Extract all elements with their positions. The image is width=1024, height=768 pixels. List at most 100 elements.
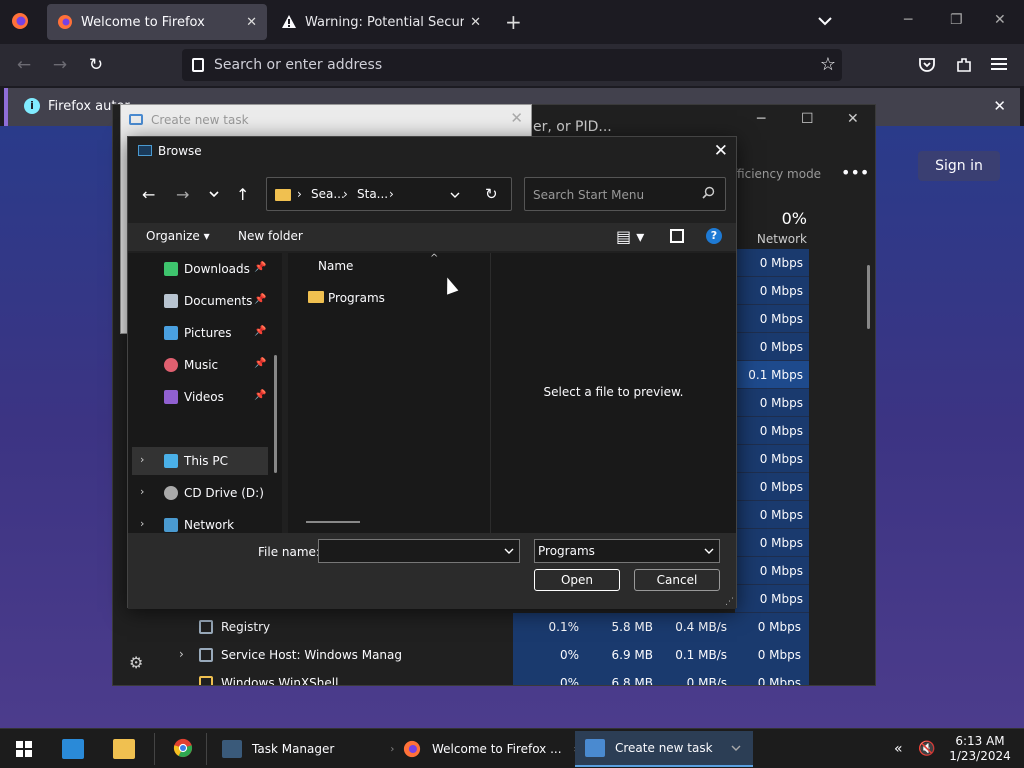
tm-search-box[interactable]: er, or PID...: [533, 119, 612, 135]
file-type-select[interactable]: Programs: [534, 539, 720, 563]
breadcrumb-separator-icon[interactable]: ›: [389, 187, 394, 201]
pocket-icon[interactable]: [918, 56, 936, 74]
sign-in-button[interactable]: Sign in: [918, 151, 1000, 181]
search-box[interactable]: [524, 177, 726, 211]
organize-button[interactable]: Organize ▾: [146, 229, 210, 243]
expand-chevron-icon[interactable]: ›: [140, 517, 144, 530]
reload-icon[interactable]: ↻: [86, 55, 106, 75]
refresh-icon[interactable]: ↻: [485, 185, 498, 203]
windows-start-icon[interactable]: [16, 741, 32, 757]
new-folder-button[interactable]: New folder: [238, 229, 303, 243]
network-cell: 0 Mbps: [735, 641, 809, 669]
new-tab-button[interactable]: +: [505, 10, 522, 34]
recent-locations-chevron-icon[interactable]: [208, 189, 220, 199]
close-icon[interactable]: ✕: [714, 141, 728, 161]
more-options-icon[interactable]: •••: [841, 163, 869, 182]
expand-chevron-icon[interactable]: ›: [140, 453, 144, 466]
close-window-icon[interactable]: ✕: [994, 12, 1006, 28]
taskbar-task-task-manager[interactable]: Task Manager ›: [222, 731, 394, 767]
taskbar-separator: [206, 733, 207, 765]
nav-item-cd-drive[interactable]: › CD Drive (D:): [132, 479, 268, 507]
chevron-down-icon[interactable]: [703, 546, 715, 556]
process-row[interactable]: Windows WinXShell 0% 6.8 MB 0 MB/s 0 Mbp…: [173, 669, 873, 685]
network-column-header[interactable]: 0% Network: [735, 209, 807, 246]
network-cell: 0 Mbps: [735, 305, 809, 333]
volume-muted-icon[interactable]: 🔇: [918, 741, 935, 757]
tm-maximize-icon[interactable]: ☐: [801, 111, 814, 127]
hamburger-menu-icon[interactable]: [991, 57, 1007, 71]
search-icon: [702, 186, 715, 199]
address-dropdown-icon[interactable]: [449, 190, 461, 200]
nav-scrollbar[interactable]: [274, 355, 277, 473]
close-notification-icon[interactable]: ✕: [993, 97, 1006, 115]
close-icon[interactable]: ✕: [510, 109, 523, 127]
show-hidden-icons-icon[interactable]: «: [894, 741, 903, 757]
bookmark-star-icon[interactable]: ☆: [820, 54, 836, 75]
tm-minimize-icon[interactable]: ─: [757, 111, 765, 127]
tm-close-icon[interactable]: ✕: [847, 111, 859, 127]
efficiency-mode-button[interactable]: fficiency mode: [733, 167, 821, 181]
file-name-input[interactable]: [323, 543, 499, 559]
breadcrumb-item[interactable]: Sea...: [311, 187, 345, 201]
clock-time: 6:13 AM: [955, 734, 1005, 748]
file-name-combobox[interactable]: [318, 539, 520, 563]
file-item-programs[interactable]: Programs: [306, 289, 486, 309]
preview-pane-icon[interactable]: [670, 229, 684, 243]
memory-cell: 5.8 MB: [587, 613, 661, 641]
forward-arrow-icon[interactable]: →: [176, 185, 189, 204]
taskbar-task-firefox[interactable]: Welcome to Firefox ... ›: [402, 731, 578, 767]
tm-scrollbar[interactable]: [867, 265, 870, 329]
forward-icon[interactable]: →: [50, 55, 70, 75]
up-arrow-icon[interactable]: ↑: [236, 185, 249, 204]
firefox-menu-icon[interactable]: [10, 11, 30, 31]
breadcrumb-separator-icon[interactable]: ›: [297, 187, 302, 201]
search-input[interactable]: [533, 186, 693, 204]
extensions-icon[interactable]: [955, 56, 973, 74]
network-cell: 0 Mbps: [735, 417, 809, 445]
maximize-icon[interactable]: ❐: [950, 12, 963, 28]
nav-item-pictures[interactable]: Pictures 📌: [132, 319, 268, 347]
network-cell: 0 Mbps: [735, 613, 809, 641]
process-row[interactable]: › Service Host: Windows Manag... 0% 6.9 …: [173, 641, 873, 669]
minimize-icon[interactable]: ─: [904, 12, 912, 28]
chevron-down-icon[interactable]: [503, 546, 515, 556]
file-explorer-icon[interactable]: [113, 739, 135, 759]
chevron-down-icon[interactable]: [731, 744, 741, 752]
preview-message: Select a file to preview.: [543, 385, 684, 399]
open-button[interactable]: Open: [534, 569, 620, 591]
tab-security-warning[interactable]: Warning: Potential Security Risk ✕: [271, 4, 491, 40]
help-icon[interactable]: ?: [706, 228, 722, 244]
list-all-tabs-icon[interactable]: [816, 12, 834, 30]
tab-welcome-to-firefox[interactable]: Welcome to Firefox ✕: [47, 4, 267, 40]
expand-chevron-icon[interactable]: ›: [140, 485, 144, 498]
pinned-app-icon[interactable]: [62, 739, 84, 759]
nav-item-label: Documents: [184, 294, 253, 308]
url-input[interactable]: [214, 55, 794, 75]
file-type-value: Programs: [538, 544, 595, 558]
settings-gear-icon[interactable]: ⚙: [129, 653, 143, 672]
nav-item-downloads[interactable]: Downloads 📌: [132, 255, 268, 283]
taskbar-task-create-new-task[interactable]: Create new task: [575, 731, 753, 767]
column-header-name[interactable]: Name: [318, 259, 353, 273]
address-breadcrumb-bar[interactable]: › Sea... › Sta... › ↻: [266, 177, 512, 211]
back-icon[interactable]: ←: [14, 55, 34, 75]
address-bar[interactable]: ☆: [182, 49, 842, 81]
system-clock[interactable]: 6:13 AM 1/23/2024: [944, 734, 1016, 764]
chrome-icon[interactable]: [172, 738, 194, 758]
nav-item-network[interactable]: › Network: [132, 511, 268, 533]
process-row[interactable]: Registry 0.1% 5.8 MB 0.4 MB/s 0 Mbps: [173, 613, 873, 641]
nav-item-music[interactable]: Music 📌: [132, 351, 268, 379]
breadcrumb-separator-icon[interactable]: ›: [343, 187, 348, 201]
resize-grip-icon[interactable]: ⋰: [725, 597, 734, 607]
cancel-button[interactable]: Cancel: [634, 569, 720, 591]
nav-item-documents[interactable]: Documents 📌: [132, 287, 268, 315]
expand-chevron-icon[interactable]: ›: [179, 647, 184, 661]
close-tab-icon[interactable]: ✕: [246, 15, 257, 30]
change-view-icon[interactable]: ▤ ▾: [616, 227, 644, 246]
close-tab-icon[interactable]: ✕: [470, 15, 481, 30]
breadcrumb-item[interactable]: Sta...: [357, 187, 388, 201]
back-arrow-icon[interactable]: ←: [142, 185, 155, 204]
nav-item-videos[interactable]: Videos 📌: [132, 383, 268, 411]
horizontal-scrollbar[interactable]: [306, 521, 360, 523]
nav-item-this-pc[interactable]: › This PC: [132, 447, 268, 475]
